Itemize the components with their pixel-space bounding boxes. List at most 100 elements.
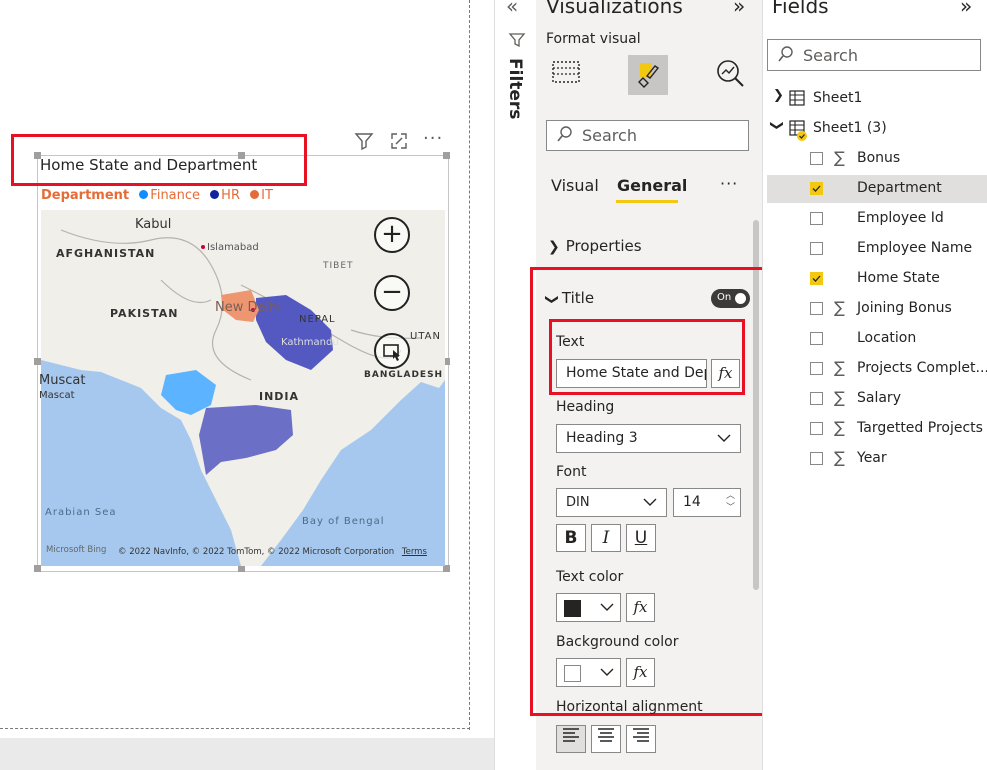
field-item[interactable]: ∑ Targetted Projects [767,415,987,443]
font-value: DIN [566,495,590,510]
build-visual-tab[interactable] [548,56,584,92]
field-checkbox[interactable] [810,392,823,405]
search-placeholder: Search [803,46,858,65]
title-section-label: Title [561,289,595,307]
title-toggle[interactable]: On [711,289,750,308]
format-visual-label: Format visual [546,31,641,47]
font-size-stepper[interactable]: 14 ︿ ﹀ [673,488,741,517]
field-checkbox[interactable] [810,422,823,435]
more-options-icon[interactable]: ··· [423,128,443,149]
resize-handle[interactable] [238,565,245,572]
field-name: Year [857,450,887,466]
collapse-fields-icon[interactable]: » [960,0,972,18]
field-item[interactable]: Location [767,325,987,353]
select-region-button[interactable] [374,333,410,369]
focus-mode-icon[interactable] [389,131,409,156]
format-search-input[interactable]: Search [546,120,749,151]
title-section-header[interactable]: ❯ Title [544,289,595,307]
field-item[interactable]: ∑ Joining Bonus [767,295,987,323]
chevron-right-icon: ❯ [548,239,560,255]
field-checkbox[interactable] [810,362,823,375]
sigma-icon: ∑ [834,358,845,377]
field-checkbox[interactable] [810,332,823,345]
table-item-sheet1-3[interactable]: ❯ Sheet1 (3) [767,115,987,143]
field-checkbox[interactable] [810,212,823,225]
field-checkbox[interactable] [810,452,823,465]
table-icon [789,90,805,110]
field-checkbox[interactable] [810,272,823,285]
legend-item[interactable]: Finance [150,188,200,203]
fx-button[interactable]: fx [711,359,740,388]
fx-button[interactable]: fx [626,658,655,687]
terms-link[interactable]: Terms [402,547,427,557]
zoom-in-button[interactable]: + [374,217,410,253]
field-item[interactable]: Home State [767,265,987,293]
map-copyright: © 2022 NavInfo, © 2022 TomTom, © 2022 Mi… [118,547,427,557]
align-left-icon [563,728,579,742]
map-label: AFGHANISTAN [56,247,156,260]
field-name: Employee Id [857,210,944,226]
field-item[interactable]: Employee Name [767,235,987,263]
underline-button[interactable]: U [626,524,656,552]
stepper-arrows-icon[interactable]: ︿ ﹀ [726,490,735,514]
table-item-sheet1[interactable]: ❯ Sheet1 [767,85,987,113]
field-item[interactable]: Employee Id [767,205,987,233]
heading-dropdown[interactable]: Heading 3 [556,424,741,453]
map-label: INDIA [259,390,300,403]
fx-button[interactable]: fx [626,593,655,622]
legend-item[interactable]: IT [261,188,273,203]
chevron-down-icon [717,425,731,462]
resize-handle[interactable] [34,358,41,365]
field-name: Targetted Projects [857,420,983,436]
visualizations-title: Visualizations [546,0,683,18]
filters-pane-label[interactable]: Filters [505,58,525,119]
bold-button[interactable]: B [556,524,586,552]
properties-section-header[interactable]: ❯ Properties [548,237,642,255]
table-name: Sheet1 [813,90,863,106]
align-center-icon [598,728,614,742]
field-checkbox[interactable] [810,152,823,165]
field-checkbox[interactable] [810,242,823,255]
field-item[interactable]: ∑ Bonus [767,145,987,173]
fields-search-input[interactable]: Search [767,39,981,71]
resize-handle[interactable] [34,565,41,572]
tab-general[interactable]: General [617,176,687,195]
analytics-tab[interactable] [712,56,748,92]
more-options-icon[interactable]: ··· [720,174,738,193]
sigma-icon: ∑ [834,148,845,167]
heading-label: Heading [556,399,615,415]
collapse-filters-icon[interactable]: « [506,0,518,18]
collapse-visualizations-icon[interactable]: » [733,0,745,18]
field-item[interactable]: Department [767,175,987,203]
field-name: Bonus [857,150,901,166]
align-center-button[interactable] [591,725,621,753]
fields-title: Fields [772,0,829,18]
zoom-out-button[interactable]: − [374,275,410,311]
legend: Department Finance HR IT [41,188,273,203]
format-visual-tab[interactable] [628,55,668,95]
font-dropdown[interactable]: DIN [556,488,667,517]
legend-dot-it [250,190,260,199]
text-color-picker[interactable] [556,593,621,622]
background-color-picker[interactable] [556,658,621,687]
resize-handle[interactable] [443,152,450,159]
field-checkbox[interactable] [810,182,823,195]
italic-button[interactable]: I [591,524,621,552]
field-item[interactable]: ∑ Projects Complet... [767,355,987,383]
title-text-input[interactable]: Home State and Department [556,359,707,388]
field-item[interactable]: ∑ Year [767,445,987,473]
map-label: Islamabad [207,242,259,253]
font-label: Font [556,464,587,480]
align-right-button[interactable] [626,725,656,753]
legend-dot-finance [139,190,149,199]
legend-item[interactable]: HR [221,188,240,203]
lasso-icon [383,344,400,361]
align-left-button[interactable] [556,725,586,753]
tab-visual[interactable]: Visual [551,176,599,195]
active-tab-indicator [616,200,678,203]
field-item[interactable]: ∑ Salary [767,385,987,413]
filter-icon[interactable] [354,131,374,156]
resize-handle[interactable] [443,565,450,572]
map-label: New Delhi [215,300,281,315]
field-checkbox[interactable] [810,302,823,315]
